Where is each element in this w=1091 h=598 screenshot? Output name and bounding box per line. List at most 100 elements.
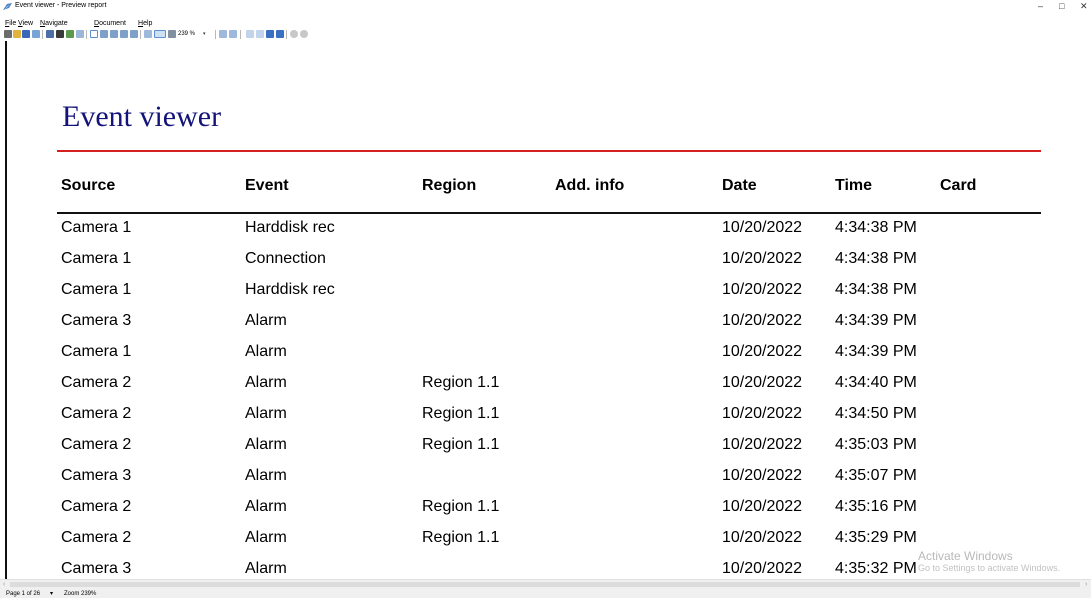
cell-region: Region 1.1 <box>422 498 500 515</box>
table-row: Camera 2 Alarm Region 1.1 10/20/2022 4:35:16… <box>0 498 1091 522</box>
next-page-icon[interactable] <box>266 30 274 38</box>
menu-view[interactable]: View <box>18 20 33 27</box>
cell-time: 4:34:39 PM <box>835 312 917 329</box>
cell-region: Region 1.1 <box>422 374 500 391</box>
scroll-left-arrow-icon[interactable]: ‹ <box>3 580 5 589</box>
title-bar: Event viewer - Preview report – □ ✕ <box>0 0 1091 14</box>
cell-date: 10/20/2022 <box>722 467 803 484</box>
cell-region: Region 1.1 <box>422 529 500 546</box>
first-page-icon[interactable] <box>246 30 254 38</box>
cell-time: 4:34:38 PM <box>835 219 917 236</box>
cell-time: 4:34:38 PM <box>835 250 917 267</box>
window-title: Event viewer - Preview report <box>15 2 107 9</box>
zoom-status: Zoom 239% <box>64 591 97 597</box>
save-icon[interactable] <box>22 30 30 38</box>
table-row: Camera 1 Harddisk rec 10/20/2022 4:34:38 PM <box>0 219 1091 243</box>
last-page-icon[interactable] <box>276 30 284 38</box>
stop-icon[interactable] <box>290 30 298 38</box>
page-layout-icon[interactable] <box>219 30 227 38</box>
column-header-date: Date <box>722 177 757 194</box>
cell-time: 4:35:29 PM <box>835 529 917 546</box>
cell-date: 10/20/2022 <box>722 436 803 453</box>
one-page-icon[interactable] <box>144 30 152 38</box>
column-header-card: Card <box>940 177 977 194</box>
column-header-region: Region <box>422 177 477 194</box>
menu-navigate[interactable]: Navigate <box>40 20 68 27</box>
cell-event: Harddisk rec <box>245 219 335 236</box>
zoom-in-icon[interactable] <box>100 30 108 38</box>
toolbar-separator <box>86 30 87 39</box>
email-icon[interactable] <box>66 30 74 38</box>
cell-region: Region 1.1 <box>422 405 500 422</box>
zoom-area-icon[interactable] <box>130 30 138 38</box>
scrollbar-thumb[interactable] <box>10 582 1080 587</box>
page-setup-icon[interactable] <box>76 30 84 38</box>
cell-time: 4:35:32 PM <box>835 560 917 577</box>
cell-source: Camera 1 <box>61 250 132 267</box>
zoom-out-icon[interactable] <box>110 30 118 38</box>
cell-date: 10/20/2022 <box>722 529 803 546</box>
cell-date: 10/20/2022 <box>722 498 803 515</box>
cell-date: 10/20/2022 <box>722 312 803 329</box>
table-row: Camera 2 Alarm Region 1.1 10/20/2022 4:35:03… <box>0 436 1091 460</box>
table-row: Camera 1 Harddisk rec 10/20/2022 4:34:38 PM <box>0 281 1091 305</box>
cell-date: 10/20/2022 <box>722 281 803 298</box>
cell-event: Alarm <box>245 343 287 360</box>
binoculars-icon[interactable] <box>56 30 64 38</box>
title-rule <box>57 150 1041 152</box>
column-header-source: Source <box>61 177 116 194</box>
header-rule <box>57 212 1041 214</box>
cell-date: 10/20/2022 <box>722 250 803 267</box>
table-row: Camera 1 Connection 10/20/2022 4:34:38 PM <box>0 250 1091 274</box>
cell-time: 4:35:03 PM <box>835 436 917 453</box>
minimize-button[interactable]: – <box>1038 1 1043 11</box>
zoom-select[interactable]: 239 % <box>178 30 196 38</box>
print-icon[interactable] <box>4 30 12 38</box>
export-icon[interactable] <box>32 30 40 38</box>
table-row: Camera 3 Alarm 10/20/2022 4:34:39 PM <box>0 312 1091 336</box>
open-folder-icon[interactable] <box>13 30 21 38</box>
zoom-out-2-icon[interactable] <box>120 30 128 38</box>
cell-event: Alarm <box>245 312 287 329</box>
menu-help[interactable]: Help <box>138 20 152 27</box>
cell-date: 10/20/2022 <box>722 405 803 422</box>
menu-file[interactable]: File <box>5 20 16 27</box>
cell-time: 4:35:16 PM <box>835 498 917 515</box>
hand-tool-icon[interactable] <box>90 30 98 38</box>
menu-bar: File View Navigate Document Help <box>0 14 1091 27</box>
cell-event: Alarm <box>245 560 287 577</box>
toolbar-separator <box>215 30 216 39</box>
whole-page-icon[interactable] <box>168 30 176 38</box>
toolbar-separator <box>140 30 141 39</box>
cell-time: 4:34:38 PM <box>835 281 917 298</box>
activate-windows-hint: Go to Settings to activate Windows. <box>918 563 1061 573</box>
cell-time: 4:34:50 PM <box>835 405 917 422</box>
cell-source: Camera 3 <box>61 312 132 329</box>
cell-event: Alarm <box>245 374 287 391</box>
table-icon[interactable] <box>46 30 54 38</box>
cell-source: Camera 1 <box>61 281 132 298</box>
cell-region: Region 1.1 <box>422 436 500 453</box>
menu-document[interactable]: Document <box>94 20 126 27</box>
cell-time: 4:34:39 PM <box>835 343 917 360</box>
column-header-time: Time <box>835 177 873 194</box>
report-title: Event viewer <box>62 100 222 133</box>
toolbar-separator <box>42 30 43 39</box>
page-dropdown-arrow[interactable]: ▾ <box>50 590 53 598</box>
toolbar-separator <box>286 30 287 39</box>
scroll-right-arrow-icon[interactable]: › <box>1085 580 1087 589</box>
zoom-dropdown-arrow[interactable]: ▾ <box>203 30 206 38</box>
cell-event: Harddisk rec <box>245 281 335 298</box>
cell-event: Alarm <box>245 498 287 515</box>
page-width-icon[interactable] <box>154 30 166 38</box>
table-row: Camera 3 Alarm 10/20/2022 4:35:07 PM <box>0 467 1091 491</box>
cell-event: Alarm <box>245 436 287 453</box>
close-button[interactable]: ✕ <box>1080 1 1088 11</box>
app-icon <box>3 3 12 10</box>
previous-page-icon[interactable] <box>256 30 264 38</box>
two-pages-icon[interactable] <box>229 30 237 38</box>
refresh-icon[interactable] <box>300 30 308 38</box>
cell-event: Alarm <box>245 405 287 422</box>
restore-button[interactable]: □ <box>1059 1 1064 11</box>
page-indicator[interactable]: Page 1 of 26 <box>6 590 40 598</box>
